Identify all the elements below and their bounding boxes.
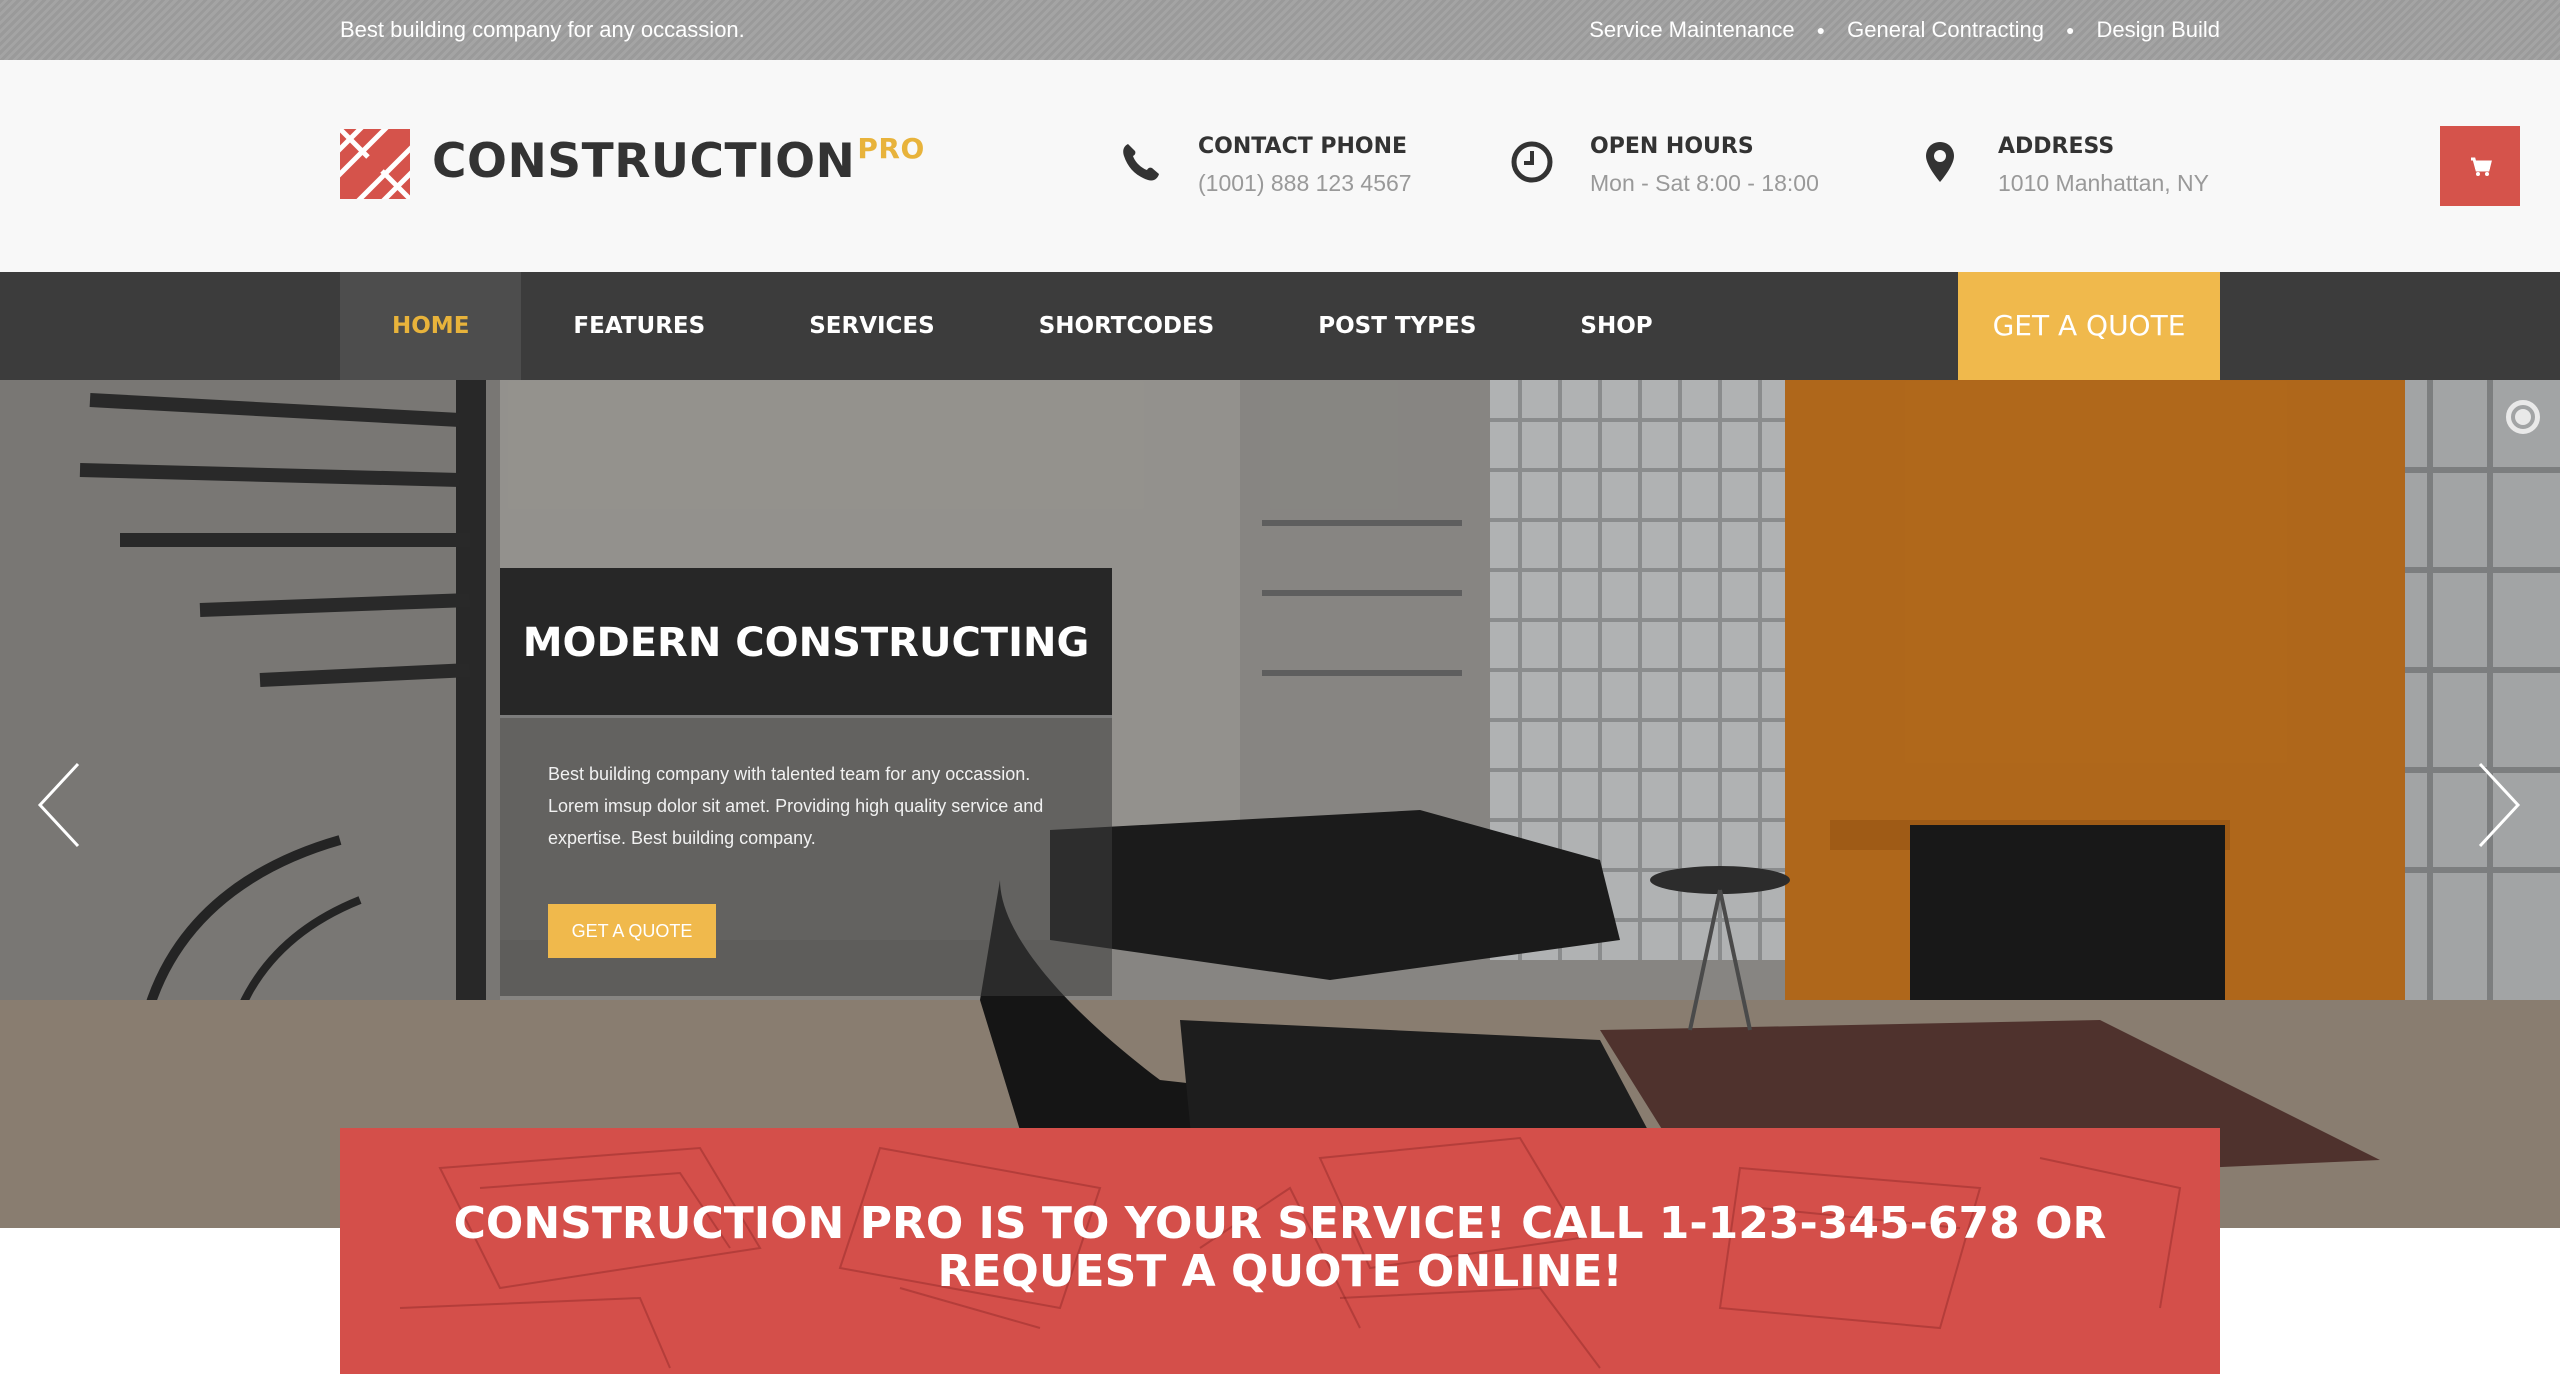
nav-item-post-types[interactable]: POST TYPES — [1266, 272, 1528, 380]
slider-prev-arrow-icon[interactable] — [34, 760, 84, 850]
phone-icon — [1123, 144, 1159, 181]
clock-icon — [1511, 141, 1553, 183]
top-tagline: Best building company for any occassion. — [340, 17, 745, 42]
logo-text[interactable]: CONSTRUCTIONPRO — [432, 132, 925, 189]
shopping-cart-icon — [2471, 157, 2492, 176]
hero-caption-body: Best building company with talented team… — [500, 718, 1112, 996]
slider-pagination-dot[interactable] — [2506, 400, 2540, 434]
top-bar: Best building company for any occassion.… — [0, 0, 2560, 60]
address-value: 1010 Manhattan, NY — [1998, 170, 2209, 196]
top-link-general-contracting[interactable]: General Contracting — [1847, 17, 2044, 43]
hero-title: MODERN CONSTRUCTING — [500, 568, 1112, 718]
nav-item-services[interactable]: SERVICES — [757, 272, 987, 380]
hero-caption: MODERN CONSTRUCTING Best building compan… — [500, 568, 1112, 996]
logo-sup-text: PRO — [857, 132, 925, 165]
banner-text: CONSTRUCTION PRO IS TO YOUR SERVICE! CAL… — [453, 1198, 2107, 1297]
logo-icon[interactable] — [340, 129, 410, 199]
nav-item-features[interactable]: FEATURES — [521, 272, 757, 380]
call-to-action-banner: CONSTRUCTION PRO IS TO YOUR SERVICE! CAL… — [340, 1128, 2220, 1374]
map-pin-icon — [1926, 142, 1954, 182]
address-title: ADDRESS — [1998, 134, 2115, 159]
logo-main-text: CONSTRUCTION — [432, 134, 856, 189]
hero-description: Best building company with talented team… — [548, 764, 1044, 848]
slider-next-arrow-icon[interactable] — [2474, 760, 2524, 850]
contact-phone-title: CONTACT PHONE — [1198, 134, 1408, 159]
nav-item-home[interactable]: HOME — [340, 272, 522, 380]
site-header: CONSTRUCTIONPRO CONTACT PHONE (1001) 888… — [0, 60, 2560, 272]
open-hours-title: OPEN HOURS — [1590, 134, 1754, 159]
nav-item-shortcodes[interactable]: SHORTCODES — [987, 272, 1267, 380]
nav-get-a-quote-button[interactable]: GET A QUOTE — [1958, 272, 2220, 380]
hero-slider — [0, 380, 2560, 1228]
cart-button[interactable] — [2440, 126, 2520, 206]
separator-dot: ● — [2066, 22, 2075, 38]
hero-background-image — [0, 380, 2560, 1228]
main-navigation: HOME FEATURES SERVICES SHORTCODES POST T… — [0, 272, 2560, 380]
contact-phone-value[interactable]: (1001) 888 123 4567 — [1198, 170, 1412, 197]
nav-item-shop[interactable]: SHOP — [1528, 272, 1704, 380]
top-link-design-build[interactable]: Design Build — [2096, 17, 2220, 43]
separator-dot: ● — [1816, 22, 1826, 38]
nav-menu: HOME FEATURES SERVICES SHORTCODES POST T… — [340, 272, 1705, 380]
top-link-service-maintenance[interactable]: Service Maintenance — [1589, 17, 1794, 43]
hero-get-a-quote-button[interactable]: GET A QUOTE — [548, 904, 716, 958]
open-hours-value: Mon - Sat 8:00 - 18:00 — [1590, 170, 1819, 196]
top-links: Service Maintenance ● General Contractin… — [1589, 0, 2220, 60]
